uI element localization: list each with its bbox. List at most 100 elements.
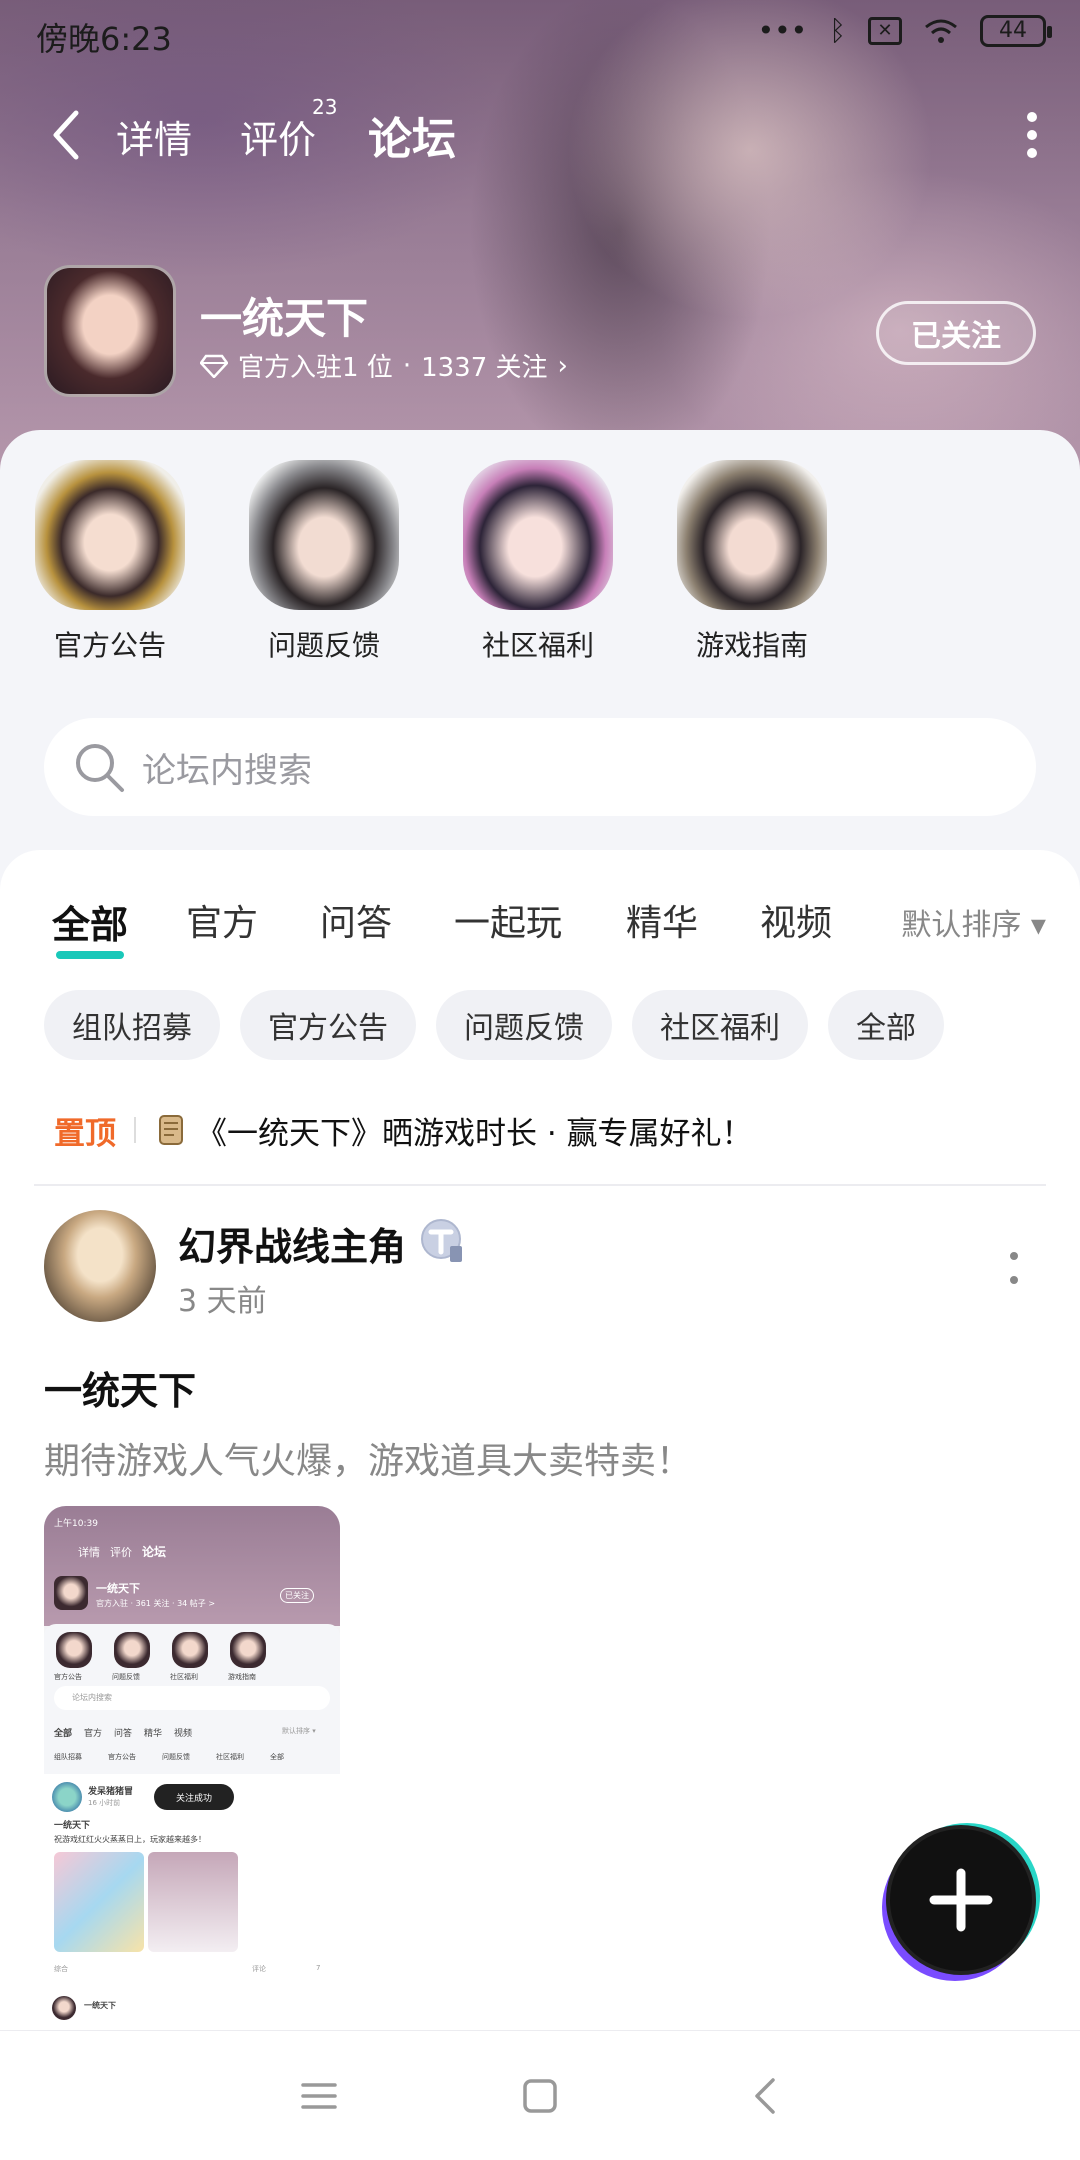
mini-tab2: 问答 <box>114 1729 133 1739</box>
tab-play-together[interactable]: 一起玩 <box>454 894 562 946</box>
game-logo[interactable] <box>44 265 176 397</box>
back-arrow-icon[interactable] <box>42 105 92 165</box>
chip-announcements[interactable]: 官方公告 <box>240 990 416 1060</box>
mini-post-body: 祝游戏红红火火蒸蒸日上，玩家越来越多！ <box>54 1835 206 1844</box>
forum-title: 一统天下 <box>200 294 369 343</box>
mini-card <box>54 1852 144 1952</box>
mini-chip: 全部 <box>270 1753 284 1761</box>
post-time: 3 天前 <box>178 1284 267 1319</box>
status-time: 傍晚6:23 <box>36 20 172 58</box>
character-avatar <box>35 460 185 610</box>
tab-qa[interactable]: 问答 <box>320 894 392 946</box>
mini-meta: 官方入驻 · 361 关注 · 34 帖子 > <box>96 1599 216 1608</box>
mini-tab2: 全部 <box>54 1729 73 1739</box>
shortcut-feedback[interactable]: 问题反馈 <box>234 460 414 664</box>
mini-post-title: 一统天下 <box>54 1821 91 1831</box>
bluetooth-icon: ᛒ <box>829 14 846 47</box>
verified-badge-icon <box>421 1219 462 1262</box>
more-vertical-icon[interactable] <box>1024 109 1040 161</box>
mini-sheet: 官方公告 问题反馈 社区福利 游戏指南 论坛内搜索 全部 官方 问答 精华 视频… <box>44 1624 340 2062</box>
sim-icon: ✕ <box>868 16 902 45</box>
post-image[interactable]: 上午10:39 详情 评价 论坛 一统天下 官方入驻 · 361 关注 · 34… <box>44 1506 340 2062</box>
status-bar: 傍晚6:23 ••• ᛒ ✕ 44 <box>0 0 1080 70</box>
pinned-tag: 置顶 <box>54 1115 116 1152</box>
meta-separator: · <box>402 350 412 381</box>
mini-title: 一统天下 <box>96 1582 140 1595</box>
tab-all[interactable]: 全部 <box>52 894 128 959</box>
shortcut-label: 游戏指南 <box>695 629 808 662</box>
pinned-post[interactable]: 置顶 《一统天下》晒游戏时长 · 赢专属好礼！ <box>54 1100 1034 1160</box>
sort-dropdown[interactable]: 默认排序 ▾ <box>901 900 1046 944</box>
mini-logo <box>54 1576 88 1610</box>
mini-tab2: 官方 <box>84 1729 103 1739</box>
post-feed: 全部 官方 问答 一起玩 精华 视频 默认排序 ▾ 组队招募 官方公告 问题反馈… <box>0 850 1080 2160</box>
mini-shortcut: 社区福利 <box>170 1673 198 1681</box>
shortcut-label: 问题反馈 <box>267 629 380 662</box>
top-nav: 详情 评价 23 论坛 <box>0 95 1080 175</box>
mini-avatar <box>230 1632 266 1668</box>
followers-count: 1337 关注 <box>421 353 548 383</box>
mini-author: 发呆猪猪冒 <box>88 1787 134 1797</box>
content-tabs: 全部 官方 问答 一起玩 精华 视频 默认排序 ▾ <box>0 880 1080 960</box>
mini-avatar <box>172 1632 208 1668</box>
mini-toast: 关注成功 <box>154 1784 234 1810</box>
mini-follow: 已关注 <box>280 1588 314 1603</box>
forum-meta[interactable]: 官方入驻1 位 · 1337 关注 › <box>200 347 568 384</box>
shortcut-label: 官方公告 <box>53 629 166 662</box>
mini-footer-likes: 7 <box>316 1964 321 1972</box>
create-post-button[interactable] <box>886 1825 1036 1975</box>
shortcut-guide[interactable]: 游戏指南 <box>662 460 842 664</box>
post-author[interactable]: 幻界战线主角 <box>178 1216 406 1271</box>
home-icon[interactable] <box>515 2071 565 2121</box>
system-nav-bar <box>0 2030 1080 2160</box>
chip-all[interactable]: 全部 <box>828 990 944 1060</box>
forum-header: 一统天下 官方入驻1 位 · 1337 关注 › 已关注 <box>0 265 1080 405</box>
search-placeholder: 论坛内搜索 <box>142 750 312 791</box>
author-avatar[interactable] <box>44 1210 156 1322</box>
forum-search-input[interactable]: 论坛内搜索 <box>44 718 1036 816</box>
tab-reviews[interactable]: 评价 <box>240 109 316 164</box>
chip-welfare[interactable]: 社区福利 <box>632 990 808 1060</box>
mini-search-text: 论坛内搜索 <box>72 1693 112 1702</box>
tab-official[interactable]: 官方 <box>186 894 258 946</box>
official-count: 官方入驻1 位 <box>238 353 393 383</box>
mini-post-time: 16 小时前 <box>88 1799 121 1807</box>
post-title: 一统天下 <box>44 1369 197 1413</box>
more-vertical-icon[interactable] <box>1008 1250 1020 1286</box>
back-icon[interactable] <box>742 2071 792 2121</box>
chip-feedback[interactable]: 问题反馈 <box>436 990 612 1060</box>
tab-details[interactable]: 详情 <box>116 109 192 164</box>
mini-shortcut: 问题反馈 <box>112 1673 140 1681</box>
divider <box>34 1184 1046 1186</box>
mini-chip: 组队招募 <box>54 1753 82 1761</box>
battery-icon: 44 <box>980 14 1052 47</box>
mini-next-title: 一统天下 <box>84 2001 116 2010</box>
mini-avatar <box>56 1632 92 1668</box>
mini-sort: 默认排序 ▾ <box>282 1727 316 1735</box>
status-icons: ••• ᛒ ✕ 44 <box>757 14 1052 47</box>
signal-icon: ••• <box>757 14 808 47</box>
mini-tab2: 精华 <box>144 1729 163 1739</box>
category-chips: 组队招募 官方公告 问题反馈 社区福利 全部 <box>44 990 944 1060</box>
pinned-separator <box>134 1117 136 1143</box>
shortcut-announcements[interactable]: 官方公告 <box>20 460 200 664</box>
tab-forum[interactable]: 论坛 <box>368 103 456 167</box>
pinned-text: 《一统天下》晒游戏时长 · 赢专属好礼！ <box>196 1115 753 1152</box>
follow-button[interactable]: 已关注 <box>876 301 1036 365</box>
mini-shortcut: 游戏指南 <box>228 1673 256 1681</box>
chip-team-recruit[interactable]: 组队招募 <box>44 990 220 1060</box>
mini-chip: 社区福利 <box>216 1753 244 1761</box>
menu-icon[interactable] <box>294 2071 344 2121</box>
mini-tab: 详情 <box>78 1546 100 1559</box>
tab-video[interactable]: 视频 <box>760 894 832 946</box>
tab-featured[interactable]: 精华 <box>626 894 698 946</box>
mini-footer-comment: 评论 <box>252 1965 266 1973</box>
shortcut-welfare[interactable]: 社区福利 <box>448 460 628 664</box>
mini-shortcut: 官方公告 <box>54 1673 82 1681</box>
wifi-icon <box>925 19 957 43</box>
mini-post-avatar <box>52 1782 82 1812</box>
mini-chip: 官方公告 <box>108 1753 136 1761</box>
scroll-icon <box>159 1115 183 1145</box>
character-avatar <box>249 460 399 610</box>
mini-card <box>148 1852 238 1952</box>
